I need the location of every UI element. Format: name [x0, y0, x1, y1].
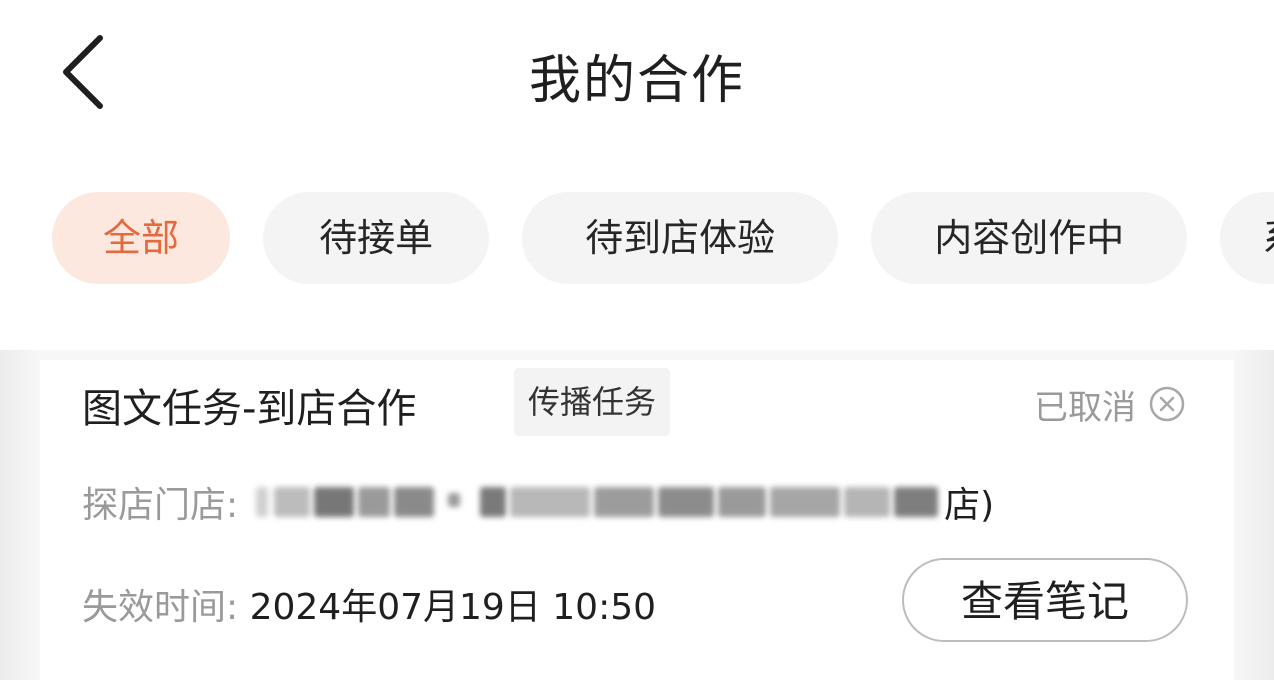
- close-circle-icon: [1149, 386, 1185, 422]
- tab-pending-accept[interactable]: 待接单: [263, 192, 490, 284]
- tab-more[interactable]: 系: [1220, 192, 1274, 284]
- view-note-button[interactable]: 查看笔记: [902, 558, 1188, 642]
- expiry-row: 失效时间: 2024年07月19日 10:50: [82, 578, 656, 630]
- tab-pending-visit[interactable]: 待到店体验: [522, 192, 839, 284]
- store-name-tail: 店): [944, 485, 995, 526]
- cooperation-card[interactable]: 图文任务-到店合作 传播任务 已取消 探店门店: 店) 失效时间: 2024年0…: [40, 360, 1234, 680]
- store-row: 探店门店: 店): [82, 476, 994, 528]
- page-title: 我的合作: [528, 51, 745, 111]
- status-badge: 已取消: [1034, 380, 1186, 428]
- card-title: 图文任务-到店合作: [82, 386, 417, 432]
- expiry-label: 失效时间:: [82, 587, 239, 628]
- expiry-value: 2024年07月19日 10:50: [249, 587, 657, 628]
- nav-bar: 我的合作: [0, 0, 1274, 150]
- task-type-tag: 传播任务: [514, 368, 671, 436]
- status-tabs: 全部 待接单 待到店体验 内容创作中 系: [52, 192, 1274, 284]
- status-text: 已取消: [1034, 387, 1136, 428]
- redacted-store-name: [252, 477, 942, 527]
- tab-all[interactable]: 全部: [52, 192, 230, 284]
- store-label: 探店门店:: [82, 485, 239, 526]
- tab-creating[interactable]: 内容创作中: [871, 192, 1188, 284]
